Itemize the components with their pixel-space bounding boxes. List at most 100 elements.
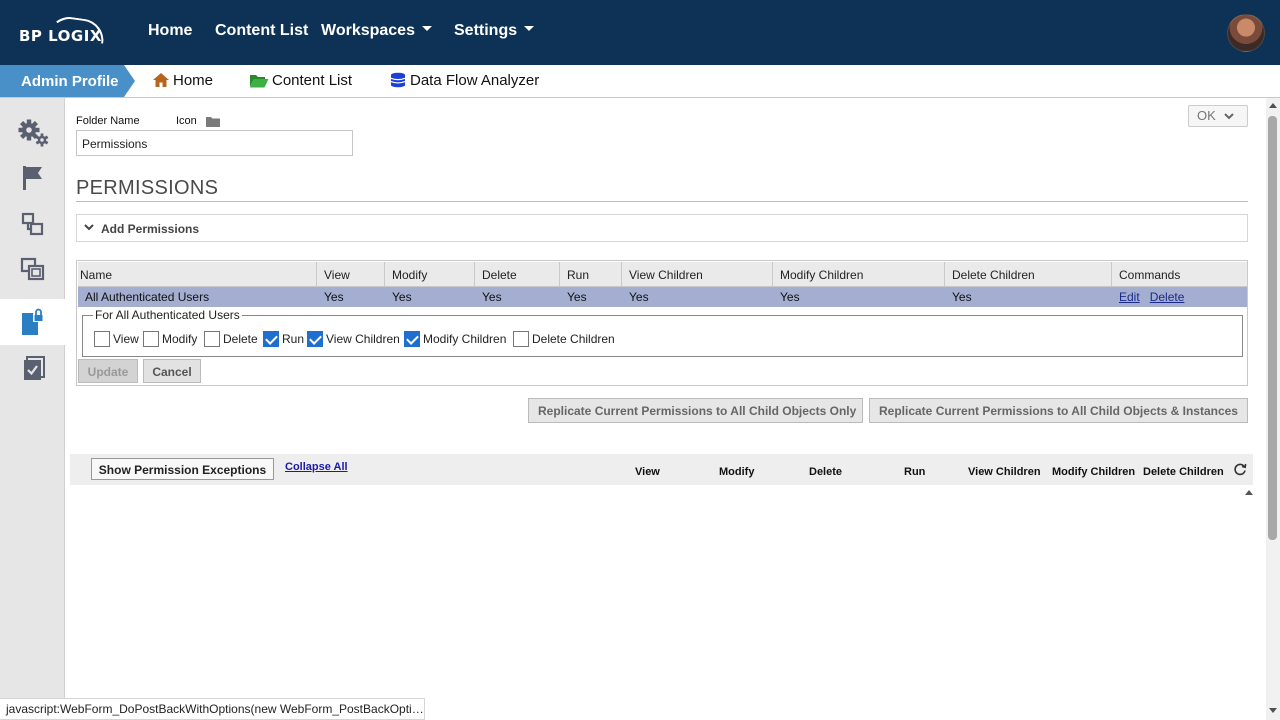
checkbox-delete[interactable]: Delete [204, 331, 258, 347]
col-modify: Modify [385, 262, 475, 286]
bp-logix-logo[interactable]: BP LOGIX [19, 14, 109, 48]
admin-profile-tab[interactable]: Admin Profile [0, 65, 135, 97]
exc-col-run: Run [904, 466, 926, 478]
replicate-child-only-button[interactable]: Replicate Current Permissions to All Chi… [528, 398, 863, 423]
add-permissions-toggle[interactable]: Add Permissions [76, 214, 1248, 242]
row-delete-children: Yes [952, 290, 972, 304]
scroll-up-icon[interactable] [1269, 103, 1277, 108]
subnav-home[interactable]: Home [152, 72, 213, 89]
permissions-title: PERMISSIONS [76, 177, 219, 199]
checkbox-run[interactable]: Run [263, 331, 304, 347]
sidebar-linked[interactable] [0, 201, 65, 247]
permission-exceptions-header: Show Permission Exceptions Collapse All … [70, 454, 1253, 485]
chevron-down-icon [84, 224, 94, 231]
sidebar-settings[interactable] [0, 110, 65, 156]
checkbox-label: Delete Children [532, 332, 615, 346]
exc-col-delete-children: Delete Children [1143, 466, 1224, 478]
table-header: Name View Modify Delete Run View Childre… [78, 262, 1247, 287]
topnav-settings-label: Settings [454, 22, 518, 39]
icon-label: Icon [176, 115, 197, 127]
checkbox-modify-children[interactable]: Modify Children [404, 331, 506, 347]
folder-icon[interactable] [206, 116, 220, 127]
replicate-child-instances-button[interactable]: Replicate Current Permissions to All Chi… [869, 398, 1248, 423]
edit-link[interactable]: Edit [1119, 290, 1140, 304]
subnav-content-list[interactable]: Content List [249, 72, 352, 89]
col-view: View [317, 262, 385, 286]
row-modify-children: Yes [780, 290, 800, 304]
delete-link[interactable]: Delete [1150, 290, 1185, 304]
sidebar-copy[interactable] [0, 247, 65, 293]
table-row[interactable]: All Authenticated Users Yes Yes Yes Yes … [78, 287, 1247, 307]
row-delete: Yes [482, 290, 502, 304]
col-delete-children: Delete Children [945, 262, 1112, 286]
flag-icon [22, 166, 42, 190]
scrollbar-thumb[interactable] [1268, 116, 1277, 540]
col-commands: Commands [1119, 268, 1181, 282]
checkbox-view[interactable]: View [94, 331, 139, 347]
row-view-children: Yes [629, 290, 649, 304]
folder-name-input[interactable]: Permissions [76, 130, 353, 156]
checkbox-box-checked [263, 331, 279, 347]
vertical-scrollbar[interactable] [1266, 98, 1280, 720]
row-commands: Edit Delete [1112, 287, 1247, 307]
exc-col-view-children: View Children [968, 466, 1041, 478]
folder-name-label: Folder Name [76, 115, 140, 127]
checkbox-box-checked [307, 331, 323, 347]
checkbox-box [143, 331, 159, 347]
collapse-all-link[interactable]: Collapse All [285, 461, 348, 473]
permission-edit-group: For All Authenticated Users View Modify … [82, 308, 1243, 357]
checkbox-box [94, 331, 110, 347]
ok-button[interactable]: OK [1188, 105, 1248, 127]
col-view-children: View Children [622, 262, 773, 286]
checkbox-box-checked [404, 331, 420, 347]
topnav-workspaces-label: Workspaces [321, 22, 415, 39]
chevron-down-icon [524, 26, 535, 32]
checkbox-label: Delete [223, 332, 258, 346]
checkbox-box [513, 331, 529, 347]
cancel-button[interactable]: Cancel [143, 359, 201, 383]
add-permissions-label: Add Permissions [101, 222, 200, 236]
exc-col-delete: Delete [809, 466, 843, 478]
update-button[interactable]: Update [78, 359, 138, 383]
main-content: Folder Name Icon Permissions OK PERMISSI… [65, 98, 1266, 720]
permission-edit-legend: For All Authenticated Users [93, 308, 242, 322]
checkbox-label: View [113, 332, 139, 346]
top-navigation-bar: BP LOGIX Home Content List Workspaces Se… [0, 0, 1280, 65]
col-delete: Delete [475, 262, 560, 286]
ok-button-label: OK [1197, 108, 1216, 123]
chevron-down-icon [1224, 113, 1234, 120]
exc-col-view: View [635, 466, 660, 478]
col-run: Run [560, 262, 622, 286]
sidebar-checklist[interactable] [0, 346, 65, 392]
sidebar-flag[interactable] [0, 155, 65, 201]
subnav-home-label: Home [173, 72, 214, 89]
gears-icon [18, 119, 48, 147]
logo-text: BP LOGIX [19, 27, 102, 45]
topnav-home[interactable]: Home [148, 22, 192, 40]
checkbox-modify[interactable]: Modify [143, 331, 197, 347]
topnav-settings[interactable]: Settings [454, 22, 535, 40]
checkbox-label: Modify Children [423, 332, 507, 346]
scroll-up-arrow-icon[interactable] [1245, 490, 1253, 495]
linked-windows-icon [21, 212, 43, 236]
topnav-workspaces[interactable]: Workspaces [321, 22, 432, 40]
user-avatar[interactable] [1227, 14, 1265, 52]
subnav-data-flow-analyzer[interactable]: Data Flow Analyzer [389, 72, 539, 89]
checkbox-delete-children[interactable]: Delete Children [513, 331, 615, 347]
refresh-icon[interactable] [1233, 462, 1247, 476]
sidebar-permissions[interactable] [0, 299, 65, 345]
topnav-content-list[interactable]: Content List [215, 22, 308, 40]
checkbox-view-children[interactable]: View Children [307, 331, 400, 347]
scroll-down-icon[interactable] [1269, 708, 1277, 713]
permission-exceptions-body [70, 485, 1253, 720]
checklist-icon [23, 356, 45, 380]
checkbox-label: Run [282, 332, 305, 346]
left-sidebar [0, 98, 65, 720]
checkbox-box [204, 331, 220, 347]
row-name: All Authenticated Users [85, 290, 210, 304]
col-modify-children: Modify Children [773, 262, 945, 286]
row-view: Yes [324, 290, 344, 304]
checkbox-label: Modify [162, 332, 198, 346]
subnav-content-list-label: Content List [272, 72, 353, 89]
show-permission-exceptions-button[interactable]: Show Permission Exceptions [91, 458, 274, 480]
